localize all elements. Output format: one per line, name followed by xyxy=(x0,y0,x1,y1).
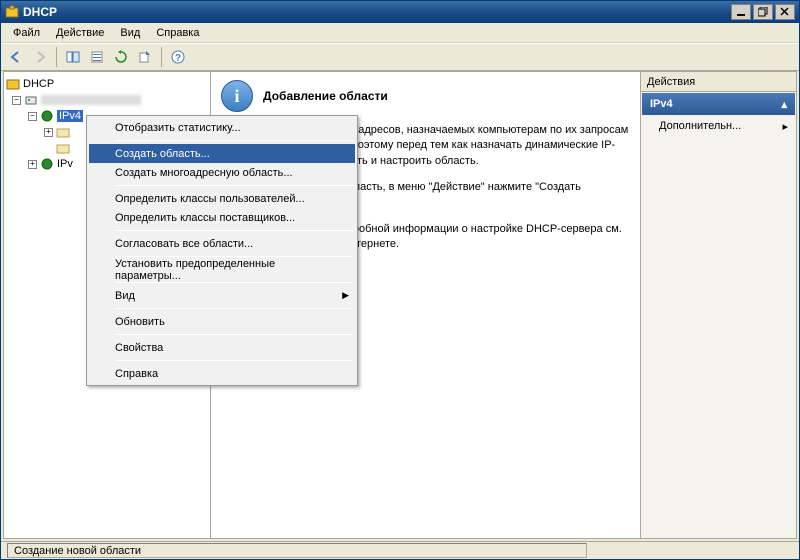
restore-button[interactable] xyxy=(753,4,773,20)
info-icon: i xyxy=(221,80,253,112)
chevron-right-icon: ▸ xyxy=(782,120,788,133)
toolbar-separator xyxy=(56,47,57,67)
expand-icon[interactable]: + xyxy=(44,128,53,137)
submenu-arrow-icon: ▶ xyxy=(342,290,349,301)
ctx-reconcile-scopes[interactable]: Согласовать все области... xyxy=(89,234,355,253)
ctx-properties[interactable]: Свойства xyxy=(89,338,355,357)
tree-label xyxy=(41,95,141,105)
export-button[interactable] xyxy=(134,46,156,68)
properties-button[interactable] xyxy=(86,46,108,68)
ctx-new-multicast-scope[interactable]: Создать многоадресную область... xyxy=(89,163,355,182)
window-title: DHCP xyxy=(23,5,731,19)
ctx-view[interactable]: Вид▶ xyxy=(89,286,355,305)
actions-header: Действия xyxy=(641,72,796,92)
status-text: Создание новой области xyxy=(7,543,587,558)
minimize-button[interactable] xyxy=(731,4,751,20)
menu-view[interactable]: Вид xyxy=(112,25,148,41)
ctx-new-scope[interactable]: Создать область... xyxy=(89,144,355,163)
ctx-refresh[interactable]: Обновить xyxy=(89,312,355,331)
tree-label: IPv xyxy=(57,158,73,170)
forward-button[interactable] xyxy=(29,46,51,68)
server-icon xyxy=(24,93,38,107)
ctx-separator xyxy=(115,282,353,283)
content-header: i Добавление области xyxy=(221,80,630,112)
ctx-separator xyxy=(115,334,353,335)
ctx-set-predefined-options[interactable]: Установить предопределенные параметры... xyxy=(89,260,355,279)
close-button[interactable] xyxy=(775,4,795,20)
collapse-arrow-icon[interactable]: ▴ xyxy=(781,98,787,111)
ctx-separator xyxy=(115,230,353,231)
back-button[interactable] xyxy=(5,46,27,68)
ctx-separator xyxy=(115,140,353,141)
menu-bar: Файл Действие Вид Справка xyxy=(1,23,799,43)
ctx-separator xyxy=(115,360,353,361)
refresh-button[interactable] xyxy=(110,46,132,68)
tree-label: IPv4 xyxy=(57,110,83,122)
tree-node-dhcp[interactable]: DHCP xyxy=(6,76,208,92)
toolbar: ? xyxy=(1,43,799,71)
ctx-show-statistics[interactable]: Отобразить статистику... xyxy=(89,118,355,137)
folder-icon xyxy=(56,141,70,155)
ctx-help[interactable]: Справка xyxy=(89,364,355,383)
tree-label: DHCP xyxy=(23,78,54,90)
ctx-separator xyxy=(115,308,353,309)
menu-help[interactable]: Справка xyxy=(148,25,207,41)
ctx-separator xyxy=(115,185,353,186)
ipv6-icon xyxy=(40,157,54,171)
status-bar: Создание новой области xyxy=(1,541,799,559)
window-buttons xyxy=(731,4,795,20)
folder-icon xyxy=(56,125,70,139)
help-button[interactable]: ? xyxy=(167,46,189,68)
ctx-define-user-classes[interactable]: Определить классы пользователей... xyxy=(89,189,355,208)
menu-file[interactable]: Файл xyxy=(5,25,48,41)
context-menu: Отобразить статистику... Создать область… xyxy=(86,115,358,386)
tree-node-server[interactable]: − xyxy=(6,92,208,108)
svg-text:?: ? xyxy=(175,53,181,64)
actions-item-more[interactable]: Дополнительн... ▸ xyxy=(641,116,796,137)
ipv4-icon xyxy=(40,109,54,123)
toolbar-separator xyxy=(161,47,162,67)
actions-subheader-label: IPv4 xyxy=(650,98,673,110)
ctx-define-vendor-classes[interactable]: Определить классы поставщиков... xyxy=(89,208,355,227)
dhcp-icon xyxy=(6,77,20,91)
expand-icon[interactable]: + xyxy=(28,160,37,169)
actions-subheader: IPv4 ▴ xyxy=(642,93,795,115)
show-hide-tree-button[interactable] xyxy=(62,46,84,68)
actions-pane: Действия IPv4 ▴ Дополнительн... ▸ xyxy=(641,72,796,538)
collapse-icon[interactable]: − xyxy=(12,96,21,105)
menu-action[interactable]: Действие xyxy=(48,25,112,41)
app-icon xyxy=(5,5,19,19)
actions-item-label: Дополнительн... xyxy=(659,120,741,132)
title-bar: DHCP xyxy=(1,1,799,23)
collapse-icon[interactable]: − xyxy=(28,112,37,121)
content-title: Добавление области xyxy=(263,89,388,103)
